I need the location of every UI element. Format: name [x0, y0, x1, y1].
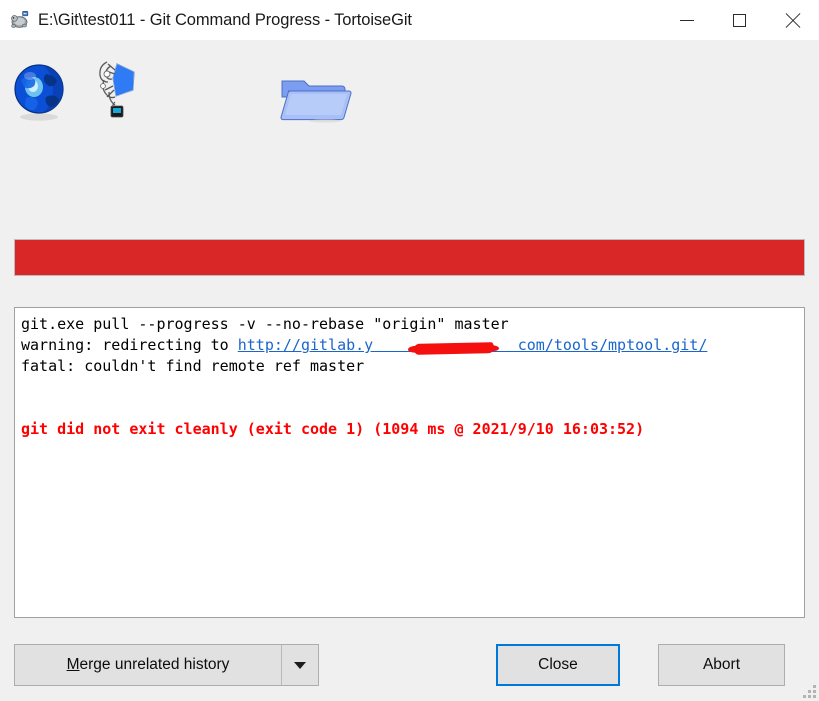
transfer-icon	[89, 56, 144, 128]
log-line-fatal: fatal: couldn't find remote ref master	[21, 357, 365, 375]
minimize-button[interactable]	[660, 0, 713, 40]
merge-dropdown-button[interactable]	[282, 645, 318, 685]
progress-bar-fill	[15, 240, 804, 275]
tortoisegit-turtle-icon	[9, 9, 31, 31]
log-warning-prefix: warning: redirecting to	[21, 336, 238, 354]
progress-bar	[14, 239, 805, 276]
chevron-down-icon	[294, 661, 306, 669]
merge-button-label: erge unrelated history	[79, 656, 230, 673]
redirect-url-link[interactable]: http://gitlab.y com/tools/mptool.git/	[238, 336, 708, 354]
title-bar[interactable]: E:\Git\test011 - Git Command Progress - …	[0, 0, 819, 40]
log-line-warning: warning: redirecting to http://gitlab.y …	[21, 335, 804, 356]
window-title: E:\Git\test011 - Git Command Progress - …	[38, 10, 412, 29]
merge-unrelated-history-split-button[interactable]: Merge unrelated history	[14, 644, 319, 686]
minimize-icon	[679, 19, 694, 21]
git-command-progress-dialog: E:\Git\test011 - Git Command Progress - …	[0, 0, 819, 701]
animation-area	[0, 40, 819, 225]
maximize-icon	[733, 13, 746, 27]
merge-button-accelerator: M	[66, 656, 80, 673]
globe-icon	[12, 60, 67, 122]
abort-button[interactable]: Abort	[658, 644, 785, 686]
log-spacer-1	[21, 377, 804, 398]
close-window-button[interactable]	[766, 0, 819, 40]
log-line-exit-error: git did not exit cleanly (exit code 1) (…	[21, 420, 645, 438]
resize-grip[interactable]	[803, 685, 816, 698]
log-spacer-2	[21, 398, 804, 419]
close-icon	[784, 12, 801, 29]
merge-unrelated-history-button[interactable]: Merge unrelated history	[15, 645, 282, 685]
command-output-log[interactable]: git.exe pull --progress -v --no-rebase "…	[14, 307, 805, 618]
log-line-command: git.exe pull --progress -v --no-rebase "…	[21, 315, 509, 333]
folder-icon	[279, 71, 352, 123]
close-button[interactable]: Close	[496, 644, 620, 686]
maximize-button[interactable]	[713, 0, 766, 40]
window-controls	[660, 0, 819, 40]
